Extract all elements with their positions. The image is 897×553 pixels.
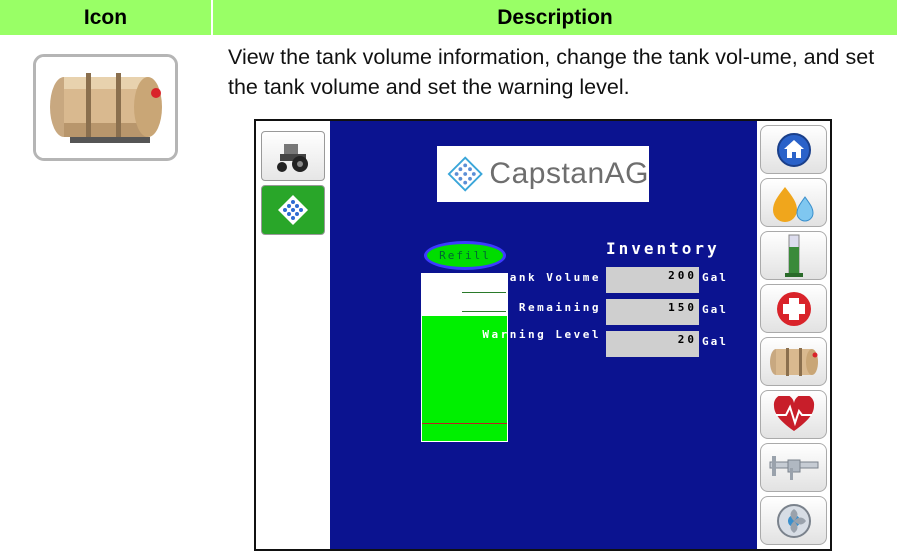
tank-volume-unit: Gal [702, 271, 728, 284]
capstan-logo: CapstanAG [437, 146, 649, 202]
calibration-button[interactable] [760, 443, 827, 492]
inventory-title: Inventory [606, 239, 720, 258]
capstan-diamond-icon [447, 156, 483, 192]
warning-level-field[interactable]: 20 [606, 331, 699, 357]
first-aid-button[interactable] [760, 284, 827, 333]
header-description-column: Description [213, 0, 897, 35]
tank-icon [769, 347, 818, 376]
gauge-tick [462, 292, 506, 293]
remaining-unit: Gal [702, 303, 728, 316]
tank-level-gauge [421, 273, 508, 442]
fluid-button[interactable] [760, 178, 827, 227]
remaining-label: Remaining [518, 301, 601, 314]
refill-button[interactable]: Refill [424, 241, 506, 270]
first-aid-icon [776, 291, 811, 326]
tab-machine[interactable] [261, 131, 325, 181]
description-text: View the tank volume information, change… [228, 45, 875, 99]
health-button[interactable] [760, 390, 827, 439]
tank-volume-field[interactable]: 200 [606, 267, 699, 293]
left-tab-panel [256, 121, 330, 549]
home-icon [776, 132, 811, 167]
fan-icon [776, 503, 811, 538]
gauge-tube-icon [784, 234, 803, 277]
caliper-icon [769, 455, 818, 480]
display-screenshot: CapstanAG Refill Inventory Tank Volume 2… [254, 119, 832, 551]
logo-text: CapstanAG [489, 157, 649, 190]
remaining-field[interactable]: 150 [606, 299, 699, 325]
warning-level-label: Warning Level [482, 328, 601, 341]
right-button-panel [757, 121, 830, 549]
fluid-drops-icon [772, 186, 814, 222]
header-icon-column: Icon [0, 0, 211, 35]
capstan-logo-icon [278, 195, 308, 225]
tab-capstan[interactable] [261, 185, 325, 235]
warning-level-unit: Gal [702, 335, 728, 348]
tractor-icon [277, 144, 308, 172]
gauge-button[interactable] [760, 231, 827, 280]
tank-button[interactable] [760, 337, 827, 386]
fan-button[interactable] [760, 496, 827, 545]
main-screen: CapstanAG Refill Inventory Tank Volume 2… [330, 121, 757, 549]
heart-monitor-icon [773, 395, 814, 431]
tank-volume-label: Tank Volume [500, 271, 601, 284]
gauge-warning-line [422, 423, 507, 425]
tank-icon [33, 54, 178, 161]
home-button[interactable] [760, 125, 827, 174]
